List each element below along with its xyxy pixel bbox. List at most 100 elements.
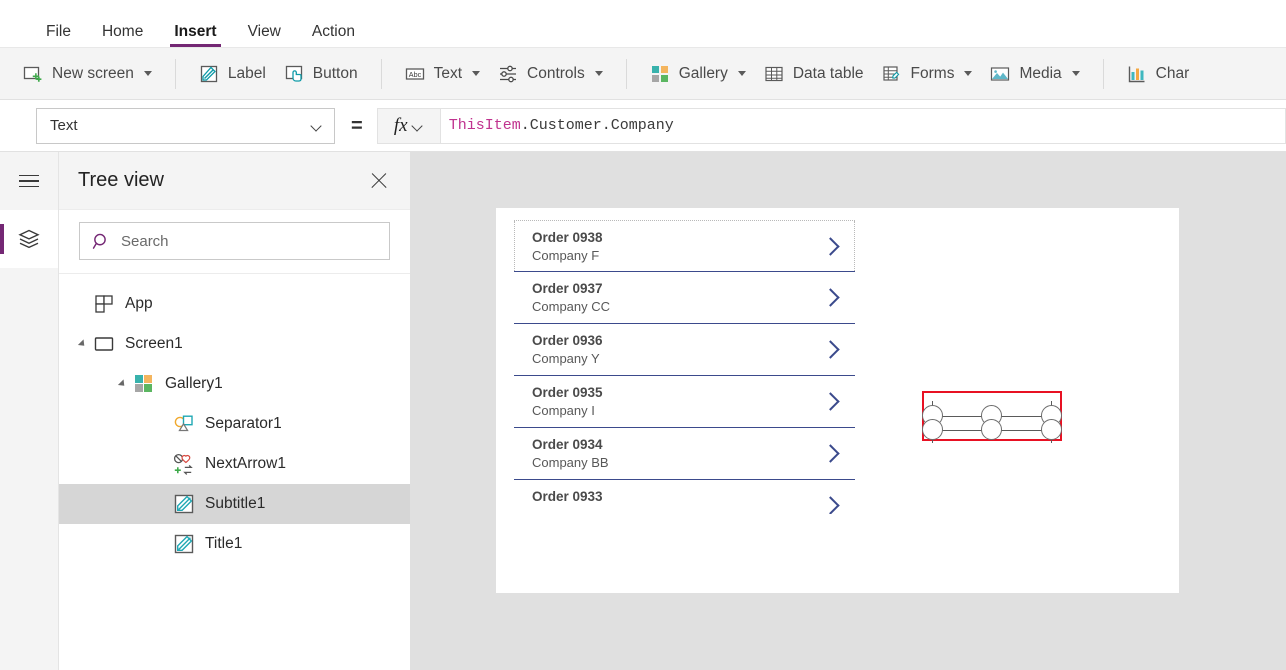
ribbon-charts-button[interactable]: Char: [1118, 59, 1199, 89]
ribbon-item-label: Button: [312, 64, 358, 82]
gallery-row-title[interactable]: Order 0938: [532, 228, 855, 247]
label-edit-icon: [174, 494, 194, 514]
gallery-row-subtitle: Company I: [532, 403, 595, 418]
canvas-workspace[interactable]: Order 0938 Company F Order 0937 Company …: [411, 152, 1286, 670]
new-screen-icon: [23, 66, 42, 82]
ribbon-label-button[interactable]: Label: [190, 59, 275, 89]
gallery-row-title: Order 0935: [532, 385, 603, 400]
charts-icon: [1128, 66, 1145, 82]
expand-arrow-icon[interactable]: [77, 336, 93, 352]
ribbon-item-label: Gallery: [678, 64, 728, 82]
next-arrow-icon[interactable]: [824, 287, 837, 309]
label-icon: [200, 65, 217, 82]
gallery-row[interactable]: Order 0937 Company CC: [514, 272, 855, 324]
ribbon-new-screen-button[interactable]: New screen: [14, 59, 161, 89]
ribbon-media-button[interactable]: Media: [981, 59, 1088, 89]
rail-item-tree-view[interactable]: [0, 210, 58, 268]
tree-item-label: Screen1: [125, 335, 183, 352]
expand-arrow-placeholder: [157, 456, 173, 472]
app-screen[interactable]: Order 0938 Company F Order 0937 Company …: [496, 208, 1179, 593]
close-icon[interactable]: [367, 169, 391, 193]
property-selector-value: Text: [50, 117, 78, 134]
formula-input[interactable]: ThisItem .Customer.Company: [440, 107, 1286, 144]
svg-text:Abc: Abc: [408, 69, 421, 78]
tree-item-label: Title1: [205, 535, 243, 552]
ribbon-gallery-button[interactable]: Gallery: [641, 59, 755, 89]
search-input[interactable]: [121, 232, 377, 250]
label-edit-icon: [174, 534, 194, 554]
expand-arrow-placeholder: [77, 296, 93, 312]
tree-item-app[interactable]: App: [59, 284, 410, 324]
tree-item-gallery1[interactable]: Gallery1: [59, 364, 410, 404]
resize-handle-se[interactable]: [1041, 419, 1062, 440]
ribbon-group-input: Abc Text Controls: [382, 56, 626, 92]
menu-tab-action[interactable]: Action: [302, 23, 365, 48]
ribbon-item-label: Label: [227, 64, 266, 82]
menu-tab-file[interactable]: File: [36, 23, 81, 48]
tree-item-title1[interactable]: Title1: [59, 524, 410, 564]
tree-item-screen1[interactable]: Screen1: [59, 324, 410, 364]
chevron-down-icon[interactable]: [594, 71, 603, 76]
ribbon-text-button[interactable]: Abc Text: [396, 59, 489, 89]
gallery-row[interactable]: Order 0936 Company Y: [514, 324, 855, 376]
ribbon-toolbar: New screen Label Button Abc Text Control…: [0, 48, 1286, 100]
chevron-down-icon[interactable]: [413, 122, 424, 129]
gallery-row-subtitle[interactable]: Company F: [532, 247, 855, 264]
next-arrow-icon[interactable]: [824, 443, 837, 465]
gallery-row[interactable]: Order 0933: [514, 480, 855, 514]
next-arrow-icon[interactable]: [824, 495, 837, 514]
left-rail: [0, 152, 59, 670]
tree-item-label: NextArrow1: [205, 455, 286, 472]
ribbon-data-table-button[interactable]: Data table: [755, 59, 873, 89]
tree-item-subtitle1[interactable]: Subtitle1: [59, 484, 410, 524]
next-arrow-icon[interactable]: [824, 339, 837, 361]
ribbon-item-label: Char: [1155, 64, 1190, 82]
tree-item-nextarrow1[interactable]: NextArrow1: [59, 444, 410, 484]
gallery-row-subtitle: Company BB: [532, 455, 609, 470]
chevron-down-icon[interactable]: [312, 122, 323, 129]
gallery-row-subtitle: Company Y: [532, 351, 600, 366]
tree-list: App Screen1 Gallery1 Separator1 NextArro…: [59, 274, 410, 670]
menu-toggle-button[interactable]: [0, 152, 58, 210]
menu-tab-home[interactable]: Home: [92, 23, 153, 48]
ribbon-item-label: New screen: [52, 64, 134, 82]
next-arrow-icon[interactable]: [824, 391, 837, 413]
formula-bar: Text = fx ThisItem .Customer.Company: [0, 100, 1286, 152]
menu-tab-insert[interactable]: Insert: [164, 23, 226, 48]
chevron-down-icon[interactable]: [737, 71, 746, 76]
gallery-row[interactable]: Order 0935 Company I: [514, 376, 855, 428]
gallery-icon: [651, 65, 668, 82]
ribbon-group-data: Gallery Data table Forms Media: [627, 56, 1103, 92]
resize-handle-s[interactable]: [981, 419, 1002, 440]
nextarrow-icon: [173, 453, 193, 475]
ribbon-group-screens: New screen: [0, 56, 175, 92]
gallery-row[interactable]: Order 0938 Company F: [514, 220, 855, 272]
tree-view-header: Tree view: [59, 152, 410, 210]
tree-item-label: Gallery1: [165, 375, 223, 392]
formula-token-object: ThisItem: [448, 117, 521, 134]
chevron-down-icon[interactable]: [143, 71, 152, 76]
chevron-down-icon[interactable]: [1071, 71, 1080, 76]
ribbon-forms-button[interactable]: Forms: [873, 59, 982, 89]
tree-search-box[interactable]: [79, 222, 390, 260]
gallery-row[interactable]: Order 0934 Company BB: [514, 428, 855, 480]
next-arrow-icon[interactable]: [824, 236, 837, 258]
menu-tab-view[interactable]: View: [238, 23, 291, 48]
ribbon-item-label: Text: [433, 64, 463, 82]
tree-search-container: [59, 210, 410, 274]
gallery-control[interactable]: Order 0938 Company F Order 0937 Company …: [514, 220, 855, 540]
property-selector[interactable]: Text: [36, 107, 335, 144]
fx-button[interactable]: fx: [376, 107, 441, 144]
expand-arrow-icon[interactable]: [117, 376, 133, 392]
chevron-down-icon[interactable]: [964, 71, 973, 76]
gallery-row-subtitle: Company CC: [532, 299, 611, 314]
media-icon: [991, 66, 1010, 81]
ribbon-item-label: Media: [1019, 64, 1062, 82]
resize-handle-sw[interactable]: [922, 419, 943, 440]
tree-item-separator1[interactable]: Separator1: [59, 404, 410, 444]
ribbon-button-button[interactable]: Button: [275, 59, 367, 89]
ribbon-controls-button[interactable]: Controls: [489, 59, 612, 89]
button-icon: [285, 65, 302, 82]
tree-item-label: Subtitle1: [205, 495, 266, 512]
chevron-down-icon[interactable]: [472, 71, 481, 76]
